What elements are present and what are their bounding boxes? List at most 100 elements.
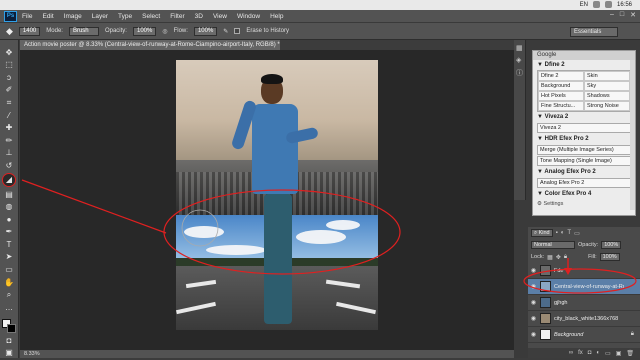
eraser-preset-icon[interactable]: ◆: [6, 26, 13, 37]
layer-row[interactable]: ◉ Background 🔒︎: [528, 327, 640, 343]
menu-layer[interactable]: Layer: [87, 13, 113, 20]
gradient-tool-icon[interactable]: ▤: [3, 190, 15, 200]
layer-row[interactable]: ◉ city_black_white1366x768: [528, 311, 640, 327]
section-analog-efex[interactable]: ▼ Analog Efex Pro 2: [533, 167, 635, 177]
visibility-eye-icon[interactable]: ◉: [530, 299, 537, 306]
menu-edit[interactable]: Edit: [37, 13, 58, 20]
section-hdr-efex[interactable]: ▼ HDR Efex Pro 2: [533, 134, 635, 144]
filter-adjust-icon[interactable]: ◐: [561, 230, 565, 236]
new-group-icon[interactable]: ▭: [605, 350, 611, 357]
lock-position-icon[interactable]: ✥: [556, 254, 561, 261]
eyedropper-tool-icon[interactable]: ⁄: [3, 111, 15, 121]
clock[interactable]: 16:56: [617, 2, 632, 8]
menu-3d[interactable]: 3D: [190, 13, 208, 20]
delete-layer-icon[interactable]: 🗑︎: [626, 350, 634, 357]
new-layer-icon[interactable]: ▣: [616, 350, 622, 357]
blend-mode-select[interactable]: Normal: [531, 241, 575, 249]
poster-canvas[interactable]: [176, 60, 378, 330]
adjustment-layer-icon[interactable]: ◐: [596, 350, 600, 356]
eraser-tool-icon[interactable]: ◢: [2, 173, 16, 187]
properties-panel-icon[interactable]: ◈: [516, 56, 523, 64]
workspace-select[interactable]: Essentials: [570, 27, 618, 37]
network-icon[interactable]: [592, 1, 600, 8]
path-select-tool-icon[interactable]: ➤: [3, 253, 15, 263]
volume-icon[interactable]: [604, 1, 612, 8]
quick-mask-icon[interactable]: ◘: [3, 336, 15, 346]
minimize-icon[interactable]: –: [610, 11, 614, 19]
section-dfine[interactable]: ▼ Dfine 2: [533, 60, 635, 70]
panel-scrollbar[interactable]: [630, 60, 635, 210]
layer-style-icon[interactable]: fx: [578, 350, 583, 356]
info-panel-icon[interactable]: ⓘ: [516, 68, 523, 78]
lasso-tool-icon[interactable]: ↄ: [3, 73, 15, 83]
preset-button[interactable]: Strong Noise: [584, 101, 630, 111]
history-panel-icon[interactable]: ▦: [516, 44, 523, 52]
menu-window[interactable]: Window: [232, 13, 265, 20]
menu-type[interactable]: Type: [113, 13, 137, 20]
background-color-swatch[interactable]: [7, 324, 16, 334]
layer-row[interactable]: ◉ Fde: [528, 263, 640, 279]
fill-field[interactable]: 100%: [599, 253, 620, 261]
erase-history-checkbox[interactable]: [234, 28, 241, 34]
more-tools-icon[interactable]: …: [3, 303, 15, 313]
airbrush-icon[interactable]: ✎: [223, 28, 228, 35]
preset-button[interactable]: Fine Structu...: [538, 101, 584, 111]
opacity-field[interactable]: 100%: [132, 26, 157, 36]
layer-opacity-field[interactable]: 100%: [601, 241, 622, 249]
dodge-tool-icon[interactable]: ●: [3, 215, 15, 225]
visibility-eye-icon[interactable]: ◉: [530, 315, 537, 322]
hdr-tone-mapping-button[interactable]: Tone Mapping (Single Image): [537, 156, 631, 166]
preset-button[interactable]: Dfine 2: [538, 71, 584, 81]
flow-field[interactable]: 100%: [193, 26, 218, 36]
marquee-tool-icon[interactable]: ⬚: [3, 61, 15, 71]
close-icon[interactable]: ✕: [630, 11, 636, 19]
move-tool-icon[interactable]: ✥: [3, 48, 15, 58]
type-tool-icon[interactable]: T: [3, 240, 15, 250]
shape-tool-icon[interactable]: ▭: [3, 265, 15, 275]
menu-select[interactable]: Select: [137, 13, 165, 20]
zoom-level[interactable]: 8.33%: [24, 351, 40, 357]
hand-tool-icon[interactable]: ✋: [3, 278, 15, 288]
screen-mode-icon[interactable]: ▣: [3, 348, 15, 358]
history-brush-tool-icon[interactable]: ↺: [3, 161, 15, 171]
filter-type-icon[interactable]: T: [567, 230, 571, 236]
settings-link[interactable]: ⚙ Settings: [533, 199, 635, 209]
language-indicator[interactable]: EN: [580, 2, 588, 8]
preset-button[interactable]: Background: [538, 81, 584, 91]
add-mask-icon[interactable]: ◘: [588, 350, 592, 356]
brush-size-field[interactable]: 1400: [18, 26, 41, 36]
lock-pixels-icon[interactable]: ▦: [547, 254, 553, 261]
layer-row-selected[interactable]: ◉ Central-view-of-runway-at-Ro...: [528, 279, 640, 295]
menu-file[interactable]: File: [17, 13, 37, 20]
healing-tool-icon[interactable]: ✚: [3, 123, 15, 133]
pressure-opacity-icon[interactable]: ◎: [162, 28, 167, 35]
menu-image[interactable]: Image: [59, 13, 87, 20]
layer-row[interactable]: ◉ gjhgh: [528, 295, 640, 311]
maximize-icon[interactable]: □: [620, 11, 624, 19]
quick-select-tool-icon[interactable]: ✐: [3, 86, 15, 96]
link-layers-icon[interactable]: ∞: [569, 350, 573, 356]
preset-button[interactable]: Hot Pixels: [538, 91, 584, 101]
viveza-button[interactable]: Viveza 2: [537, 123, 631, 133]
analog-efex-button[interactable]: Analog Efex Pro 2: [537, 178, 631, 188]
menu-filter[interactable]: Filter: [165, 13, 189, 20]
zoom-tool-icon[interactable]: ⌕: [3, 290, 15, 300]
color-swatches[interactable]: [2, 319, 16, 334]
lock-all-icon[interactable]: 🔒︎: [564, 254, 567, 261]
menu-help[interactable]: Help: [265, 13, 288, 20]
layer-kind-filter[interactable]: ⌕ Kind: [531, 229, 553, 237]
section-viveza[interactable]: ▼ Viveza 2: [533, 112, 635, 122]
visibility-eye-icon[interactable]: ◉: [530, 331, 537, 338]
preset-button[interactable]: Sky: [584, 81, 630, 91]
hdr-merge-button[interactable]: Merge (Multiple Image Series): [537, 145, 631, 155]
filter-pixel-icon[interactable]: ▪: [556, 230, 558, 236]
visibility-eye-icon[interactable]: ◉: [530, 283, 537, 290]
preset-button[interactable]: Skin: [584, 71, 630, 81]
preset-button[interactable]: Shadows: [584, 91, 630, 101]
filter-shape-icon[interactable]: ▭: [574, 230, 580, 237]
mode-select[interactable]: Brush: [68, 26, 99, 36]
pen-tool-icon[interactable]: ✒: [3, 228, 15, 238]
menu-view[interactable]: View: [208, 13, 232, 20]
brush-tool-icon[interactable]: ✏: [3, 136, 15, 146]
blur-tool-icon[interactable]: ◍: [3, 202, 15, 212]
